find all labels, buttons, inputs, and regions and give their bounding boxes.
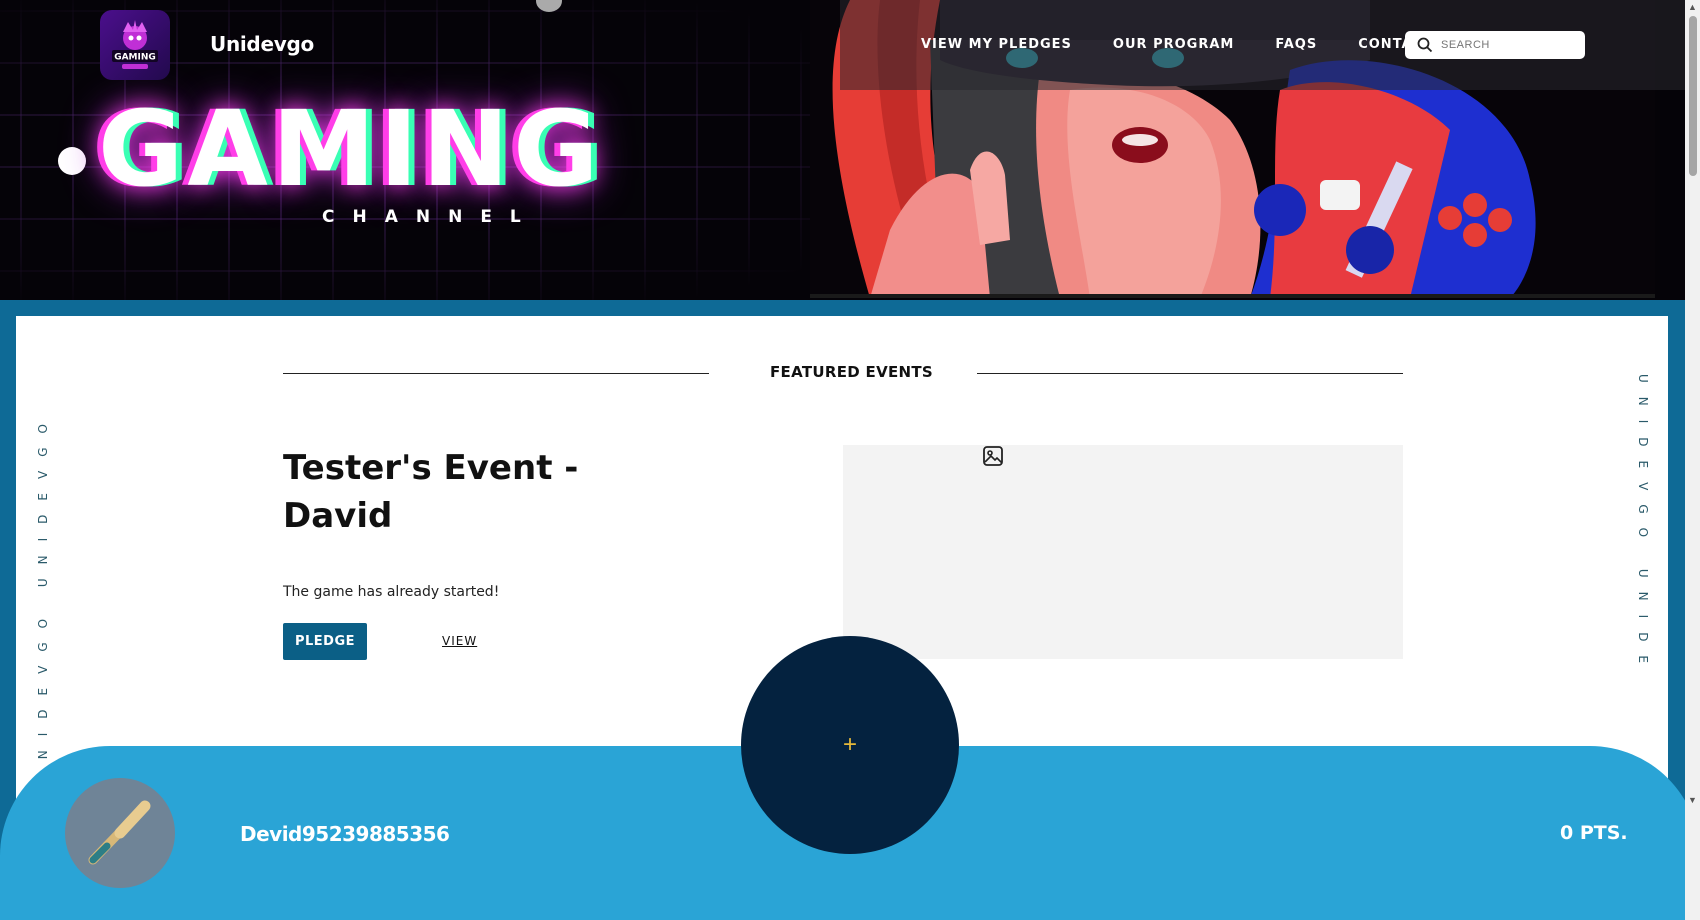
event-title: Tester's Event - David bbox=[283, 448, 579, 536]
points-counter: 0 PTS. bbox=[1560, 822, 1628, 844]
divider-left bbox=[283, 373, 709, 374]
search-box bbox=[1405, 31, 1585, 59]
add-button[interactable]: + bbox=[741, 636, 959, 854]
search-input[interactable] bbox=[1441, 39, 1571, 51]
event-image-placeholder bbox=[843, 445, 1403, 659]
username: Devid95239885356 bbox=[240, 822, 450, 846]
nav-link-faqs[interactable]: FAQS bbox=[1275, 37, 1317, 52]
gaming-logo-icon: GAMING bbox=[112, 20, 158, 69]
hero-subtitle: CHANNEL bbox=[322, 207, 539, 227]
broken-image-icon bbox=[983, 446, 1003, 466]
view-link[interactable]: VIEW bbox=[442, 634, 477, 648]
event-description: The game has already started! bbox=[283, 584, 500, 600]
scrollbar-thumb[interactable] bbox=[1689, 16, 1697, 176]
nav-menu: VIEW MY PLEDGES OUR PROGRAM FAQS CONTACT bbox=[921, 37, 1474, 52]
scroll-down-icon[interactable]: ▼ bbox=[1687, 795, 1698, 806]
nav-link-view-my-pledges[interactable]: VIEW MY PLEDGES bbox=[921, 37, 1072, 52]
brand-name[interactable]: Unidevgo bbox=[210, 32, 314, 56]
side-text-left: UNIDEVGO UNIDEVGO bbox=[36, 410, 50, 782]
side-text-right: UNIDEVGO UNIDE bbox=[1636, 374, 1650, 678]
baseball-bat-icon bbox=[88, 800, 151, 865]
avatar[interactable] bbox=[65, 778, 175, 888]
pledge-button[interactable]: PLEDGE bbox=[283, 623, 367, 660]
hero-title: GAMING bbox=[98, 88, 603, 210]
svg-text:GAMING: GAMING bbox=[114, 53, 156, 63]
search-icon bbox=[1417, 37, 1433, 53]
scroll-up-icon[interactable]: ▲ bbox=[1687, 2, 1698, 13]
brand-logo[interactable]: GAMING bbox=[100, 10, 170, 80]
top-navbar: GAMING Unidevgo VIEW MY PLEDGES OUR PROG… bbox=[0, 0, 1685, 90]
decor-dot bbox=[58, 147, 86, 175]
nav-link-our-program[interactable]: OUR PROGRAM bbox=[1113, 37, 1234, 52]
divider-right bbox=[977, 373, 1403, 374]
featured-events-heading: FEATURED EVENTS bbox=[770, 363, 934, 381]
